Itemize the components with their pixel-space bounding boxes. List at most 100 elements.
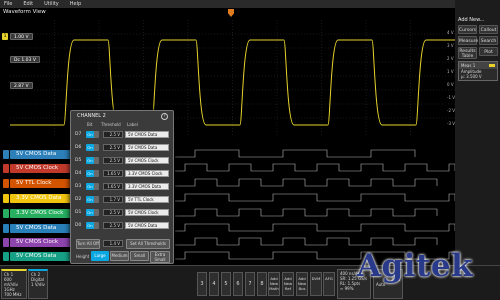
toggle-on-label: On [86, 170, 94, 177]
threshold-input[interactable]: 1.7 V [103, 196, 123, 203]
channel-number-button[interactable]: 5 [221, 272, 231, 296]
callout-button[interactable]: Callout [479, 25, 498, 34]
lane-label[interactable]: 5V CMOS Clock [10, 164, 78, 173]
menu-edit[interactable]: Edit [19, 1, 40, 7]
toggle-on-label: On [86, 209, 94, 216]
trigger-position-icon[interactable] [228, 9, 234, 17]
measure-button[interactable]: Measure [458, 36, 478, 45]
bit-label: D4 [75, 171, 82, 176]
threshold-input[interactable]: 2.5 V [103, 209, 123, 216]
height-label: Height [76, 254, 90, 259]
y-axis-tick-label: 3 V [447, 43, 454, 48]
lane-color-icon[interactable] [3, 252, 9, 261]
ch1-scale-tag[interactable]: 1.00 V [10, 33, 33, 40]
dialog-title: CHANNEL 2 [77, 113, 106, 119]
y-axis-tick-label: 1 V [447, 69, 454, 74]
bottom-action-button[interactable]: Add New Math [268, 272, 280, 296]
lane-color-icon[interactable] [3, 194, 9, 203]
lane-color-icon[interactable] [3, 179, 9, 188]
dialog-row: D3 On 1.65 V 3.3V CMOS Data [75, 182, 171, 191]
threshold-input[interactable]: 2.5 V [103, 131, 123, 138]
threshold-input[interactable]: 2.5 V [103, 157, 123, 164]
meas-1-value: μ: 3.500 V [461, 74, 482, 79]
channel-number-button[interactable]: 8 [257, 272, 267, 296]
results-table-button[interactable]: Results Table [458, 47, 477, 59]
channel-number-button[interactable]: 7 [245, 272, 255, 296]
bottom-action-button[interactable]: AFG [323, 272, 335, 296]
height-medium-option[interactable]: Medium [110, 251, 129, 261]
turn-all-off-button[interactable]: Turn All Off [76, 239, 100, 249]
bit-toggle[interactable]: On [86, 144, 99, 151]
all-threshold-input[interactable]: 1.4 V [103, 240, 123, 247]
lane-label[interactable]: 3.3V CMOS Clock [10, 209, 78, 218]
channel-config-dialog: CHANNEL 2 ? Bit Threshold Label D7 On 2.5 … [70, 110, 174, 264]
bit-label: D1 [75, 210, 82, 215]
threshold-input[interactable]: 1.65 V [103, 170, 123, 177]
label-input[interactable]: 5V CMOS Clock [125, 157, 169, 164]
height-large-option[interactable]: Large [91, 251, 109, 261]
bottom-action-button[interactable]: Add New Ref [282, 272, 294, 296]
bit-toggle[interactable]: On [86, 209, 99, 216]
lane-color-icon[interactable] [3, 224, 9, 233]
height-extra-small-option[interactable]: Extra Small [150, 251, 170, 263]
height-small-option[interactable]: Small [130, 251, 149, 261]
bit-toggle[interactable]: On [86, 157, 99, 164]
bit-toggle[interactable]: On [86, 222, 99, 229]
lane-color-icon[interactable] [3, 150, 9, 159]
threshold-input[interactable]: 1.65 V [103, 183, 123, 190]
lane-color-icon[interactable] [3, 164, 9, 173]
cursors-button[interactable]: Cursors [458, 25, 477, 34]
lane-label[interactable]: 5V CMOS Data [10, 224, 78, 233]
ch-offset-tag[interactable]: Dc 1.03 V [10, 56, 40, 63]
lane-label[interactable]: 5V TTL Clock [10, 179, 78, 188]
col-label-header: Label [127, 122, 138, 127]
channel-number-button[interactable]: 3 [197, 272, 207, 296]
menu-help[interactable]: Help [66, 1, 88, 7]
channel-number-button[interactable]: 6 [233, 272, 243, 296]
dialog-row: D1 On 2.5 V 5V CMOS Clock [75, 208, 171, 217]
lane-color-icon[interactable] [3, 238, 9, 247]
menu-utility[interactable]: Utility [40, 1, 66, 7]
y-axis-tick-label: 2 V [447, 56, 454, 61]
lane-label[interactable]: 5V CMOS Data [10, 150, 78, 159]
threshold-input[interactable]: 2.5 V [103, 222, 123, 229]
bit-toggle[interactable]: On [86, 170, 99, 177]
lane-label[interactable]: 5V CMOS Data [10, 252, 78, 261]
ch1-marker-icon[interactable]: 1 [2, 33, 8, 40]
ch1-badge-line3: 700 MHz [4, 292, 22, 297]
digital-trace [175, 149, 416, 158]
bit-label: D3 [75, 184, 82, 189]
y-axis-tick-label: 4 V [447, 30, 454, 35]
label-input[interactable]: 5V CMOS Data [125, 144, 169, 151]
col-bit-header: Bit [87, 122, 93, 127]
bit-toggle[interactable]: On [86, 131, 99, 138]
menu-file[interactable]: File [0, 1, 19, 7]
ch1-badge[interactable]: Ch 1 600 mV/div 1GHz 700 MHz [1, 269, 27, 299]
add-new-title: Add New... [458, 17, 485, 23]
lane-label[interactable]: 3.3V CMOS Data [10, 194, 78, 203]
bottom-action-button[interactable]: Add New Bus [296, 272, 308, 296]
channel-number-button[interactable]: 4 [209, 272, 219, 296]
ch-offset2-tag[interactable]: 2.87 V [10, 82, 33, 89]
lane-label[interactable]: 5V CMOS Clock [10, 238, 78, 247]
toggle-on-label: On [86, 196, 94, 203]
label-input[interactable]: 5V TTL Clock [125, 196, 169, 203]
lane-color-icon[interactable] [3, 209, 9, 218]
ch2-badge[interactable]: Ch 2 Digital 1 V/div [28, 269, 48, 299]
plot-button[interactable]: Plot [479, 47, 498, 56]
y-axis-tick-label: 0 V [447, 82, 454, 87]
bit-toggle[interactable]: On [86, 196, 99, 203]
bottom-action-button[interactable]: DVM [310, 272, 322, 296]
bit-toggle[interactable]: On [86, 183, 99, 190]
label-input[interactable]: 5V CMOS Data [125, 131, 169, 138]
meas-1-badge[interactable]: Meas 1 Amplitude μ: 3.500 V [458, 61, 498, 81]
label-input[interactable]: 5V CMOS Data [125, 222, 169, 229]
help-icon[interactable]: ? [161, 113, 168, 120]
label-input[interactable]: 3.3V CMOS Data [125, 183, 169, 190]
set-all-thresholds-button[interactable]: Set All Thresholds [126, 239, 170, 249]
threshold-input[interactable]: 2.5 V [103, 144, 123, 151]
y-axis-tick-label: -1 V [447, 95, 455, 100]
label-input[interactable]: 3.3V CMOS Clock [125, 170, 169, 177]
label-input[interactable]: 5V CMOS Clock [125, 209, 169, 216]
search-button[interactable]: Search [479, 36, 498, 45]
